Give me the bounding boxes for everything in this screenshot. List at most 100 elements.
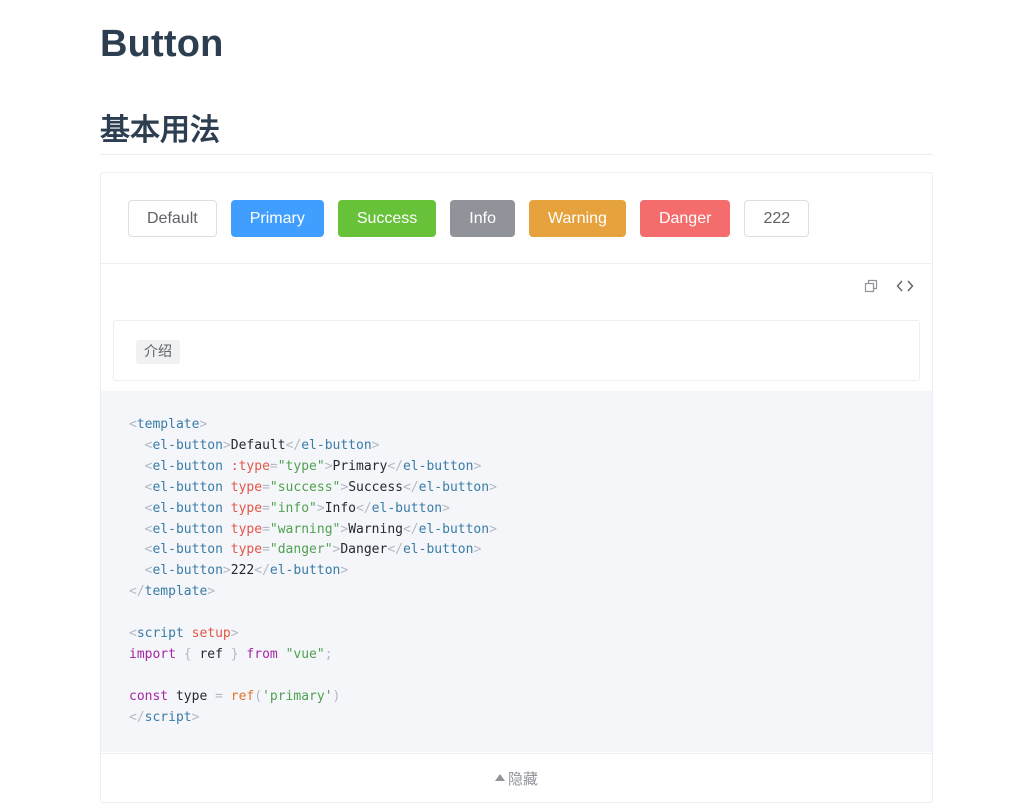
code-token: =	[215, 688, 231, 704]
code-token: =	[262, 521, 270, 537]
copy-icon[interactable]	[862, 277, 880, 295]
code-token: >	[442, 500, 450, 516]
code-token: =	[262, 542, 270, 558]
button-222[interactable]: 222	[744, 200, 810, 237]
code-token: </	[402, 479, 419, 495]
code-token: "type"	[277, 458, 325, 474]
code-toggle-icon[interactable]	[896, 277, 914, 295]
button-success[interactable]: Success	[337, 200, 437, 237]
code-token: "danger"	[269, 542, 333, 558]
code-token: script	[144, 709, 192, 725]
code-token: >	[489, 521, 497, 537]
button-row: Default Primary Success Info Warning Danger 22…	[128, 200, 823, 237]
code-token: Success	[348, 479, 403, 495]
code-token: >	[199, 417, 208, 432]
hide-code-button[interactable]: 隐藏	[101, 753, 932, 802]
code-token: <	[129, 417, 137, 432]
page-title: Button	[100, 23, 224, 65]
code-line: import { ref } from "vue";	[129, 647, 333, 662]
code-token: {	[175, 646, 200, 662]
button-danger[interactable]: Danger	[639, 200, 731, 237]
section-divider	[100, 154, 933, 155]
code-token: 'primary'	[262, 688, 333, 704]
code-token: </	[387, 542, 403, 558]
code-token: type	[230, 521, 263, 537]
code-token: (	[254, 688, 263, 704]
code-token: el-button	[152, 437, 223, 453]
code-token: "success"	[269, 479, 341, 495]
code-token: >	[191, 709, 200, 725]
code-token: el-button	[152, 521, 231, 537]
code-token: "info"	[269, 500, 317, 516]
button-warning[interactable]: Warning	[528, 200, 626, 237]
code-token: >	[316, 500, 325, 516]
code-token: el-button	[152, 542, 231, 558]
code-token: type	[230, 500, 263, 516]
code-token: el-button	[402, 458, 474, 474]
code-token: template	[136, 417, 200, 432]
section-title: 基本用法	[100, 113, 220, 148]
code-line: <el-button>222</el-button>	[129, 563, 349, 579]
code-token: type	[230, 542, 263, 558]
code-token: el-button	[402, 542, 474, 558]
code-token: el-button	[301, 437, 372, 453]
button-default[interactable]: Default	[128, 200, 217, 237]
code-token: </	[129, 709, 145, 725]
code-token: el-button	[269, 563, 341, 579]
button-primary[interactable]: Primary	[230, 200, 324, 237]
code-block: <template> <el-button>Default</el-button…	[129, 415, 497, 729]
code-token: el-button	[152, 500, 231, 516]
page: Button 基本用法 Default Primary Success Info War…	[0, 0, 1012, 811]
demo-block: Default Primary Success Info Warning Danger 22…	[100, 172, 933, 803]
demo-preview: Default Primary Success Info Warning Danger 22…	[101, 173, 932, 264]
code-token: >	[324, 458, 333, 474]
code-token: el-button	[152, 479, 231, 495]
code-token: )	[332, 688, 341, 704]
hide-label: 隐藏	[507, 770, 538, 788]
code-line: </script>	[129, 710, 199, 725]
code-token: </	[356, 500, 372, 516]
code-line: <el-button type="success">Success</el-bu…	[129, 480, 497, 495]
code-token: >	[222, 437, 231, 453]
code-token: :type	[230, 458, 270, 474]
code-token: }	[222, 646, 247, 662]
code-token: >	[473, 458, 482, 474]
code-token: Danger	[340, 542, 388, 558]
code-token: <	[129, 626, 137, 642]
code-token: el-button	[418, 521, 490, 537]
code-line: <el-button type="danger">Danger</el-butt…	[129, 542, 482, 558]
code-token: ;	[324, 646, 333, 662]
code-token: "vue"	[285, 646, 325, 662]
code-token: el-button	[152, 458, 231, 474]
code-token: >	[207, 584, 216, 600]
code-token: script	[136, 626, 192, 642]
code-token: </	[254, 563, 270, 579]
caret-up-icon	[494, 774, 505, 781]
code-token: 222	[230, 563, 255, 579]
code-line: <template>	[129, 417, 207, 432]
description-box: 介绍	[113, 320, 920, 381]
button-info[interactable]: Info	[450, 200, 515, 237]
code-token: Primary	[332, 458, 388, 474]
code-token: el-button	[418, 479, 490, 495]
code-line: </template>	[129, 584, 215, 599]
code-token: =	[262, 479, 270, 495]
code-line: <el-button>Default</el-button>	[129, 438, 380, 453]
code-token: </	[402, 521, 419, 537]
code-token: >	[371, 437, 380, 453]
code-token: >	[340, 521, 349, 537]
code-token: import	[129, 646, 176, 662]
code-token: el-button	[371, 500, 443, 516]
code-token: el-button	[152, 563, 223, 579]
code-token: >	[222, 563, 231, 579]
code-token: >	[340, 563, 349, 579]
code-token: template	[144, 584, 208, 600]
code-line: <el-button type="info">Info</el-button>	[129, 501, 450, 516]
